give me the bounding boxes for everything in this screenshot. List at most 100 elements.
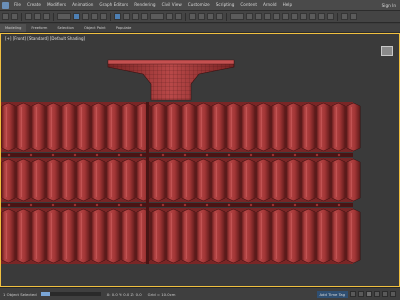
play-icon[interactable] — [366, 291, 372, 297]
select-manipulate-icon[interactable] — [175, 13, 182, 20]
previous-frame-icon[interactable] — [358, 291, 364, 297]
named-selection-dropdown[interactable] — [230, 13, 244, 20]
seam-stud — [315, 203, 319, 207]
layer-explorer-icon[interactable] — [264, 13, 271, 20]
menu-animation[interactable]: Animation — [69, 0, 96, 10]
brick — [166, 158, 181, 202]
brick — [1, 208, 16, 264]
percent-snap-icon[interactable] — [207, 13, 214, 20]
seam-stud — [315, 153, 319, 157]
tab-freeform[interactable]: Freeform — [26, 24, 52, 32]
menu-content[interactable]: Content — [237, 0, 260, 10]
brick — [286, 102, 301, 152]
menu-graph-editors[interactable]: Graph Editors — [96, 0, 131, 10]
menu-rendering[interactable]: Rendering — [131, 0, 158, 10]
tab-object-paint[interactable]: Object Paint — [79, 24, 111, 32]
seam-stud — [95, 153, 99, 157]
seam-stud — [293, 153, 297, 157]
select-by-name-icon[interactable] — [82, 13, 89, 20]
brick — [181, 208, 196, 264]
brick — [106, 208, 121, 264]
snap-toggle-icon[interactable] — [189, 13, 196, 20]
brick — [241, 102, 256, 152]
main-toolbar — [0, 11, 400, 23]
curve-editor-icon[interactable] — [282, 13, 289, 20]
brick — [211, 102, 226, 152]
toggle-ribbon-icon[interactable] — [273, 13, 280, 20]
scale-icon[interactable] — [132, 13, 139, 20]
move-icon[interactable] — [114, 13, 121, 20]
menu-arnold[interactable]: Arnold — [260, 0, 280, 10]
spinner-snap-icon[interactable] — [216, 13, 223, 20]
menu-file[interactable]: File — [11, 0, 24, 10]
pivot-center-icon[interactable] — [166, 13, 173, 20]
menu-create[interactable]: Create — [24, 0, 44, 10]
unlink-icon[interactable] — [34, 13, 41, 20]
align-icon[interactable] — [255, 13, 262, 20]
brick — [106, 102, 121, 152]
select-object-icon[interactable] — [73, 13, 80, 20]
menu-help[interactable]: Help — [280, 0, 296, 10]
seam-stud — [73, 203, 77, 207]
brick — [16, 102, 31, 152]
coordinate-readout[interactable]: X: 0.0 Y: 0.0 Z: 0.0 — [107, 292, 142, 297]
selection-filter-dropdown[interactable] — [57, 13, 71, 20]
window-crossing-icon[interactable] — [100, 13, 107, 20]
go-to-start-icon[interactable] — [350, 291, 356, 297]
progress-bar — [40, 292, 101, 296]
tab-modeling[interactable]: Modeling — [0, 24, 27, 32]
brick — [121, 208, 136, 264]
schematic-view-icon[interactable] — [291, 13, 298, 20]
ribbon: Modeling Freeform Selection Object Paint… — [0, 24, 400, 33]
add-time-tag-button[interactable]: Add Time Tag — [316, 290, 348, 298]
brick — [256, 158, 271, 202]
seam-stud — [337, 203, 341, 207]
sign-in-link[interactable]: Sign In — [378, 3, 400, 8]
key-mode-icon[interactable] — [390, 291, 396, 297]
brick — [31, 158, 46, 202]
mirror-icon[interactable] — [246, 13, 253, 20]
workspace-icon[interactable] — [341, 13, 348, 20]
seam-stud — [183, 153, 187, 157]
seam-stud — [139, 203, 143, 207]
link-icon[interactable] — [25, 13, 32, 20]
brick — [211, 158, 226, 202]
angle-snap-icon[interactable] — [198, 13, 205, 20]
undo-icon[interactable] — [2, 13, 9, 20]
brick — [151, 208, 166, 264]
menu-modifiers[interactable]: Modifiers — [44, 0, 69, 10]
seam-stud — [337, 153, 341, 157]
brick — [91, 102, 106, 152]
placement-icon[interactable] — [141, 13, 148, 20]
menu-scripting[interactable]: Scripting — [213, 0, 238, 10]
seam-stud — [117, 153, 121, 157]
render-setup-icon[interactable] — [309, 13, 316, 20]
rectangular-selection-icon[interactable] — [91, 13, 98, 20]
redo-icon[interactable] — [11, 13, 18, 20]
brick — [226, 208, 241, 264]
brick — [331, 208, 346, 264]
seam-stud — [51, 153, 55, 157]
brick — [16, 208, 31, 264]
go-to-end-icon[interactable] — [382, 291, 388, 297]
project-folder-icon[interactable] — [350, 13, 357, 20]
material-editor-icon[interactable] — [300, 13, 307, 20]
seam-stud — [183, 203, 187, 207]
tab-selection[interactable]: Selection — [52, 24, 79, 32]
menu-customize[interactable]: Customize — [185, 0, 213, 10]
rendered-frame-icon[interactable] — [318, 13, 325, 20]
reference-coordinate-dropdown[interactable] — [150, 13, 164, 20]
seam-stud — [117, 203, 121, 207]
seam-stud — [29, 203, 33, 207]
next-frame-icon[interactable] — [374, 291, 380, 297]
menu-civil-view[interactable]: Civil View — [159, 0, 185, 10]
brick — [241, 208, 256, 264]
seam-stud — [227, 153, 231, 157]
rotate-icon[interactable] — [123, 13, 130, 20]
tab-populate[interactable]: Populate — [111, 24, 137, 32]
front-viewport[interactable]: [+] [Front] [Standard] [Default Shading] — [0, 33, 400, 287]
app-logo-icon[interactable] — [2, 1, 9, 9]
bind-space-warp-icon[interactable] — [43, 13, 50, 20]
seam-stud — [271, 203, 275, 207]
render-icon[interactable] — [327, 13, 334, 20]
